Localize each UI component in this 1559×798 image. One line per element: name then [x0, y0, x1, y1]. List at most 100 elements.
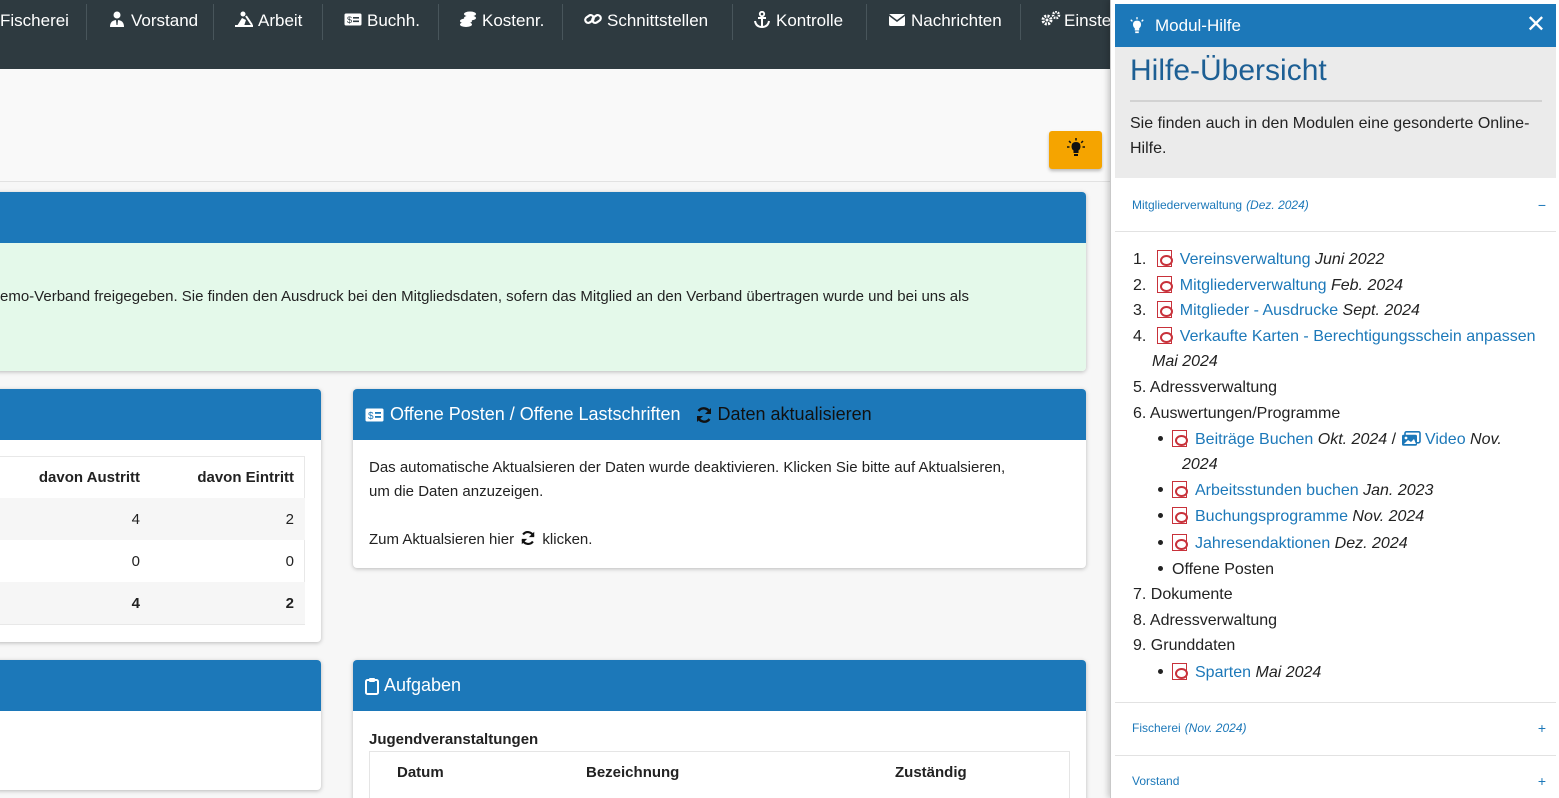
panel-title: Offene Posten / Offene Lastschriften: [390, 404, 681, 424]
nav-item-label: Einste: [1064, 11, 1112, 30]
help-link-jahresendaktionen[interactable]: Jahresendaktionen: [1195, 535, 1330, 552]
help-document-list: 1. Vereinsverwaltung Juni 2022 2. Mitgli…: [1125, 248, 1550, 688]
refresh-hint-text: klicken.: [542, 531, 593, 548]
nav-item-fischerei[interactable]: Fischerei: [0, 0, 69, 42]
lower-left-panel: [0, 660, 321, 790]
pdf-icon: [1156, 250, 1173, 267]
doc-date: Sept. 2024: [1342, 302, 1420, 319]
expand-icon[interactable]: +: [1538, 720, 1546, 736]
offene-posten-body: Das automatische Aktualsieren der Daten …: [353, 440, 1086, 568]
page-header-area: [0, 69, 1110, 182]
help-link-mitglieder-ausdrucke[interactable]: Mitglieder - Ausdrucke: [1180, 302, 1338, 319]
nav-item-buchh[interactable]: $ Buchh.: [344, 0, 420, 42]
list-text: Adressverwaltung: [1149, 379, 1278, 396]
collapse-icon[interactable]: −: [1538, 197, 1546, 213]
close-icon[interactable]: ✕: [1526, 13, 1546, 37]
doc-date: Mai 2024: [1255, 664, 1322, 681]
table-cell: 4: [131, 510, 140, 528]
svg-text:$: $: [368, 411, 374, 422]
nav-divider: [562, 4, 563, 40]
clipboard-icon: [365, 677, 379, 695]
info-text: Das automatische Aktualsieren der Daten …: [369, 459, 1006, 476]
offene-posten-panel: $ Offene Posten / Offene Lastschriften D…: [353, 389, 1086, 568]
nav-item-nachrichten[interactable]: Nachrichten: [888, 0, 1002, 42]
help-intro: Hilfe-Übersicht Sie finden auch in den M…: [1115, 47, 1556, 178]
accordion-header-vorstand[interactable]: Vorstand +: [1115, 769, 1556, 793]
table-total-row: 4 2: [0, 582, 305, 624]
divider: [1130, 100, 1542, 102]
stats-panel-header: [0, 389, 321, 440]
list-item: 3. Mitglieder - Ausdrucke Sept. 2024: [1133, 299, 1420, 323]
nav-divider: [438, 4, 439, 40]
list-item: 6. Auswertungen/Programme: [1133, 402, 1340, 426]
nav-divider: [866, 4, 867, 40]
aufgaben-panel: Aufgaben Jugendveranstaltungen Datum Bez…: [353, 660, 1086, 798]
offene-posten-header: $ Offene Posten / Offene Lastschriften D…: [353, 389, 1086, 440]
stats-panel: davon Austritt davon Eintritt 4 2 0 0 4 …: [0, 389, 321, 642]
accordion-date: (Nov. 2024): [1184, 721, 1247, 735]
table-cell: 2: [285, 594, 294, 612]
nav-item-label: Schnittstellen: [607, 11, 709, 30]
refresh-icon: [695, 406, 713, 424]
accordion-title: Vorstand: [1132, 774, 1180, 788]
list-text: Auswertungen/Programme: [1149, 405, 1341, 422]
refresh-label: Daten aktualisieren: [717, 404, 872, 424]
pdf-icon: [1156, 327, 1173, 344]
help-toggle-button[interactable]: [1049, 131, 1102, 169]
bullet: [1158, 669, 1163, 674]
list-number: 3.: [1133, 302, 1147, 319]
list-number: 8.: [1133, 612, 1147, 629]
list-number: 7.: [1133, 586, 1147, 603]
nav-divider: [322, 4, 323, 40]
nav-item-vorstand[interactable]: Vorstand: [108, 0, 198, 42]
list-number: 5.: [1133, 379, 1147, 396]
help-link-mitgliederverwaltung[interactable]: Mitgliederverwaltung: [1180, 277, 1327, 294]
divider: [1115, 755, 1556, 756]
expand-icon[interactable]: +: [1538, 773, 1546, 789]
help-link-buchungsprogramme[interactable]: Buchungsprogramme: [1195, 508, 1348, 525]
money-check-icon: $: [365, 408, 384, 422]
pdf-icon: [1172, 534, 1188, 551]
help-link-verkaufte-karten[interactable]: Verkaufte Karten - Berechtigungsschein a…: [1180, 328, 1536, 345]
nav-item-kostenr[interactable]: Kostenr.: [459, 0, 544, 42]
list-number: 1.: [1133, 251, 1147, 268]
doc-date: Feb. 2024: [1330, 277, 1404, 294]
help-link-video[interactable]: Video: [1425, 431, 1466, 448]
list-number: 9.: [1133, 637, 1147, 654]
help-link-beitraege-buchen[interactable]: Beiträge Buchen: [1195, 431, 1313, 448]
refresh-icon[interactable]: [520, 530, 536, 554]
sub-list-item: Buchungsprogramme Nov. 2024: [1158, 505, 1424, 529]
envelope-icon: [888, 13, 906, 30]
accordion-header-mitgliederverwaltung[interactable]: Mitgliederverwaltung (Dez. 2024) −: [1115, 193, 1556, 217]
nav-item-arbeit[interactable]: Arbeit: [235, 0, 302, 42]
doc-date: Juni 2022: [1315, 251, 1385, 268]
help-title: Hilfe-Übersicht: [1130, 54, 1327, 87]
bullet: [1158, 566, 1163, 571]
accordion-header-fischerei[interactable]: Fischerei (Nov. 2024) +: [1115, 716, 1556, 740]
bullet: [1158, 436, 1163, 441]
help-link-sparten[interactable]: Sparten: [1195, 664, 1251, 681]
doc-date: Nov.: [1470, 431, 1502, 448]
doc-date: Nov. 2024: [1352, 508, 1425, 525]
nav-item-label: Buchh.: [367, 11, 420, 30]
divider: [1115, 702, 1556, 703]
pdf-icon: [1172, 663, 1188, 680]
cogs-icon: [1041, 10, 1061, 31]
nav-item-label: Kostenr.: [482, 11, 545, 30]
help-intro-line: Hilfe.: [1130, 140, 1167, 157]
user-tie-icon: [108, 11, 126, 31]
list-item: 9. Grunddaten: [1133, 634, 1235, 658]
nav-item-kontrolle[interactable]: Kontrolle: [753, 0, 843, 42]
doc-date: Okt. 2024: [1317, 431, 1388, 448]
help-sidebar: Modul-Hilfe ✕ Hilfe-Übersicht Sie finden…: [1110, 0, 1559, 798]
bullet: [1158, 487, 1163, 492]
nav-item-schnittstellen[interactable]: Schnittstellen: [584, 0, 708, 42]
sub-list-item: Arbeitsstunden buchen Jan. 2023: [1158, 479, 1433, 503]
money-check-icon: $: [344, 13, 362, 30]
help-link-arbeitsstunden-buchen[interactable]: Arbeitsstunden buchen: [1195, 482, 1359, 499]
nav-item-einstellungen[interactable]: Einste: [1041, 0, 1111, 42]
doc-date: Jan. 2023: [1363, 482, 1434, 499]
refresh-data-button[interactable]: Daten aktualisieren: [695, 404, 872, 425]
notice-panel-header: [0, 192, 1086, 243]
help-link-vereinsverwaltung[interactable]: Vereinsverwaltung: [1180, 251, 1311, 268]
